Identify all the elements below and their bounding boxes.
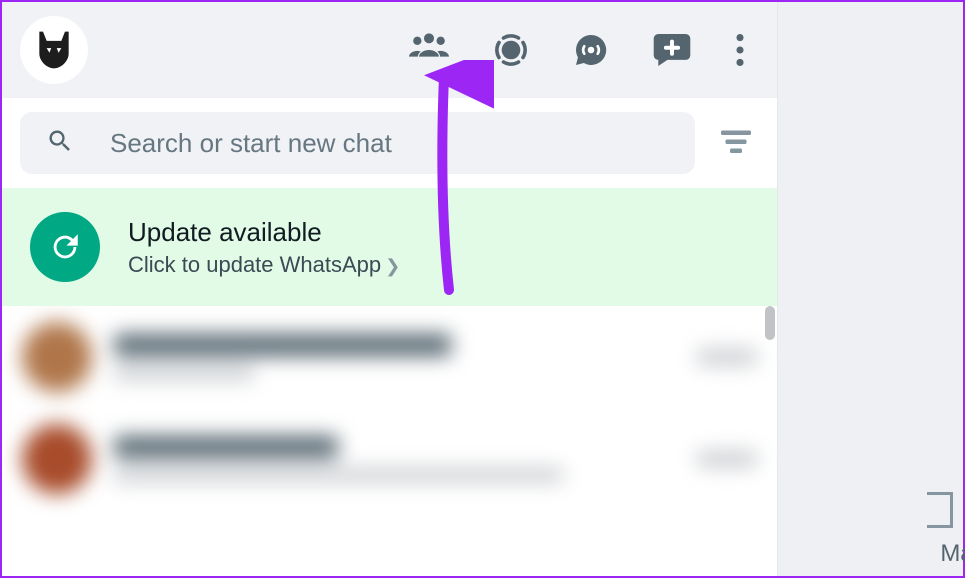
sidebar-header (2, 2, 777, 98)
menu-icon[interactable] (735, 34, 745, 66)
update-banner[interactable]: Update available Click to update WhatsAp… (2, 188, 777, 306)
chat-title (114, 334, 451, 356)
update-text: Update available Click to update WhatsAp… (128, 217, 400, 278)
chat-avatar (22, 322, 92, 392)
chat-avatar (22, 424, 92, 494)
communities-icon[interactable] (409, 33, 449, 67)
right-frame-icon (927, 492, 953, 528)
right-label: Make (940, 540, 965, 568)
chat-body (114, 436, 675, 482)
search-box[interactable] (20, 112, 695, 174)
filter-icon[interactable] (713, 120, 759, 167)
search-row (2, 98, 777, 188)
update-subtitle: Click to update WhatsApp (128, 252, 381, 277)
status-icon[interactable] (493, 32, 529, 68)
chat-subtitle (114, 468, 563, 482)
batman-avatar-icon (32, 28, 76, 72)
chat-body (114, 334, 675, 380)
header-actions (409, 32, 759, 68)
chat-time (697, 349, 757, 365)
chevron-right-icon: ❯ (385, 256, 400, 276)
search-input[interactable] (110, 128, 669, 159)
new-chat-icon[interactable] (653, 34, 691, 66)
refresh-icon (30, 212, 100, 282)
channels-icon[interactable] (573, 32, 609, 68)
sidebar: Update available Click to update WhatsAp… (2, 2, 777, 576)
chat-title (114, 436, 338, 458)
right-pane: Make (777, 2, 963, 576)
chat-time (697, 451, 757, 467)
scrollbar-thumb[interactable] (765, 306, 775, 340)
chat-subtitle (114, 366, 254, 380)
chat-list[interactable] (2, 306, 777, 576)
profile-avatar[interactable] (20, 16, 88, 84)
update-title: Update available (128, 217, 400, 248)
chat-item[interactable] (2, 306, 777, 408)
chat-item[interactable] (2, 408, 777, 510)
search-icon (46, 127, 74, 160)
